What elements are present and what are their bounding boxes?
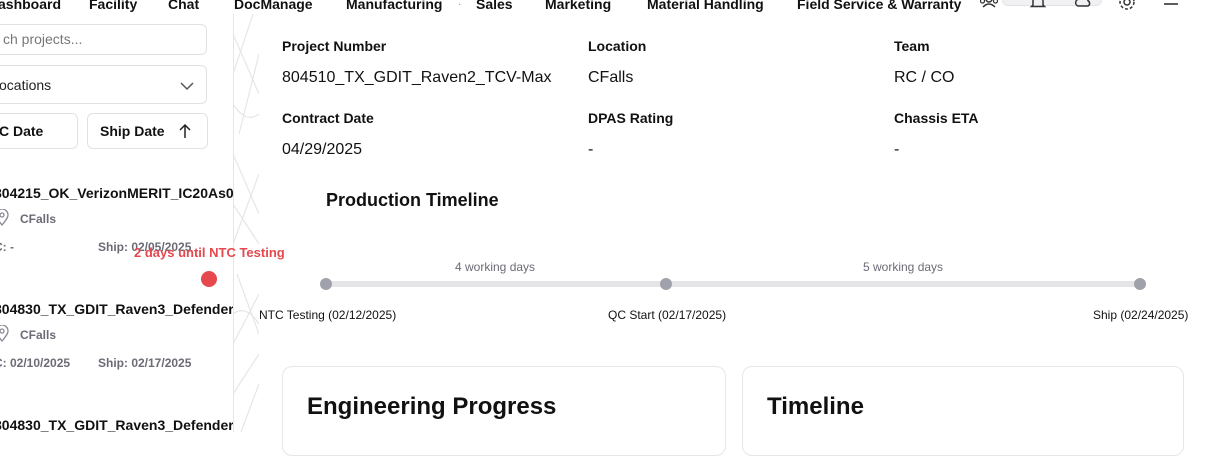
sort-qc-date-button[interactable]: C Date — [0, 113, 78, 149]
location-pin-icon — [0, 324, 10, 348]
timeline-card: Timeline — [742, 366, 1184, 456]
team-value: RC / CO — [894, 69, 955, 86]
search-input[interactable]: ch projects... — [0, 24, 207, 55]
chevron-down-icon — [180, 78, 194, 94]
decorative-pattern — [233, 14, 259, 432]
location-filter[interactable]: ocations — [0, 65, 207, 104]
timeline-milestone-dot[interactable] — [660, 278, 672, 290]
alert-indicator-dot — [201, 271, 217, 287]
project-name: 804830_TX_GDIT_Raven3_Defender — [0, 301, 234, 317]
segment-duration: 4 working days — [455, 260, 536, 274]
project-location: CFalls — [20, 328, 57, 342]
menu-icon[interactable] — [1161, 0, 1181, 12]
team-label: Team — [894, 38, 930, 54]
gear-icon[interactable] — [1117, 0, 1137, 12]
location-value: CFalls — [588, 69, 634, 86]
segment-duration: 5 working days — [863, 260, 944, 274]
nav-material-handling[interactable]: Material Handling — [647, 0, 764, 13]
milestone-label: NTC Testing (02/12/2025) — [259, 308, 397, 322]
nav-manufacturing[interactable]: Manufacturing — [346, 0, 442, 13]
bell-icon[interactable] — [1028, 0, 1048, 12]
project-qc: C: 02/10/2025 — [0, 356, 71, 370]
project-card[interactable]: 804830_TX_GDIT_Raven3_Defender — [0, 417, 234, 432]
dpas-rating-value: - — [588, 141, 594, 158]
chassis-eta-label: Chassis ETA — [894, 110, 979, 126]
location-pin-icon — [0, 208, 10, 232]
milestone-label: Ship (02/24/2025) — [1093, 308, 1189, 322]
dpas-rating-label: DPAS Rating — [588, 110, 674, 126]
timeline-track — [326, 281, 1140, 287]
users-icon[interactable] — [979, 0, 999, 12]
arrow-up-icon — [178, 123, 192, 142]
contract-date-label: Contract Date — [282, 110, 374, 126]
nav-dashboard[interactable]: ashboard — [0, 0, 61, 13]
project-sidebar: ch projects... ocations C Date Ship Date… — [0, 14, 234, 432]
location-filter-value: ocations — [0, 77, 52, 93]
production-timeline-title: Production Timeline — [326, 190, 499, 210]
engineering-progress-card: Engineering Progress — [282, 366, 726, 456]
project-name: 804215_OK_VerizonMERIT_IC20As0 — [0, 185, 234, 201]
sort-ship-date-button[interactable]: Ship Date — [87, 113, 208, 149]
project-qc: C: - — [0, 240, 14, 254]
project-card[interactable]: 804830_TX_GDIT_Raven3_Defender CFalls C:… — [0, 301, 234, 381]
nav-chat[interactable]: Chat — [168, 0, 199, 13]
sort-qc-label: C Date — [0, 123, 44, 139]
nav-sales[interactable]: Sales — [476, 0, 513, 13]
engineering-progress-title: Engineering Progress — [307, 393, 557, 420]
project-detail-panel: Project Number 804510_TX_GDIT_Raven2_TCV… — [259, 14, 1210, 456]
timeline-milestone-dot[interactable] — [320, 278, 332, 290]
search-placeholder: ch projects... — [3, 31, 83, 47]
milestone-label: QC Start (02/17/2025) — [608, 308, 727, 322]
nav-docmanage[interactable]: DocManage — [234, 0, 313, 13]
nav-marketing[interactable]: Marketing — [545, 0, 611, 13]
contract-date-value: 04/29/2025 — [282, 141, 363, 158]
cloud-icon[interactable] — [1073, 0, 1093, 12]
nav-facility[interactable]: Facility — [89, 0, 137, 13]
project-number-value: 804510_TX_GDIT_Raven2_TCV-Max — [282, 69, 552, 86]
location-label: Location — [588, 38, 647, 54]
nav-separator: · — [458, 0, 462, 10]
timeline-card-title: Timeline — [767, 393, 864, 420]
project-name: 804830_TX_GDIT_Raven3_Defender — [0, 417, 234, 432]
timeline-milestone-dot[interactable] — [1134, 278, 1146, 290]
project-location: CFalls — [20, 212, 57, 226]
project-number-label: Project Number — [282, 38, 387, 54]
chassis-eta-value: - — [894, 141, 900, 158]
sort-ship-label: Ship Date — [100, 123, 165, 139]
project-ship: Ship: 02/17/2025 — [98, 356, 192, 370]
nav-field-service-warranty[interactable]: Field Service & Warranty — [797, 0, 961, 13]
top-nav: ashboard Facility Chat DocManage Manufac… — [0, 0, 1210, 14]
